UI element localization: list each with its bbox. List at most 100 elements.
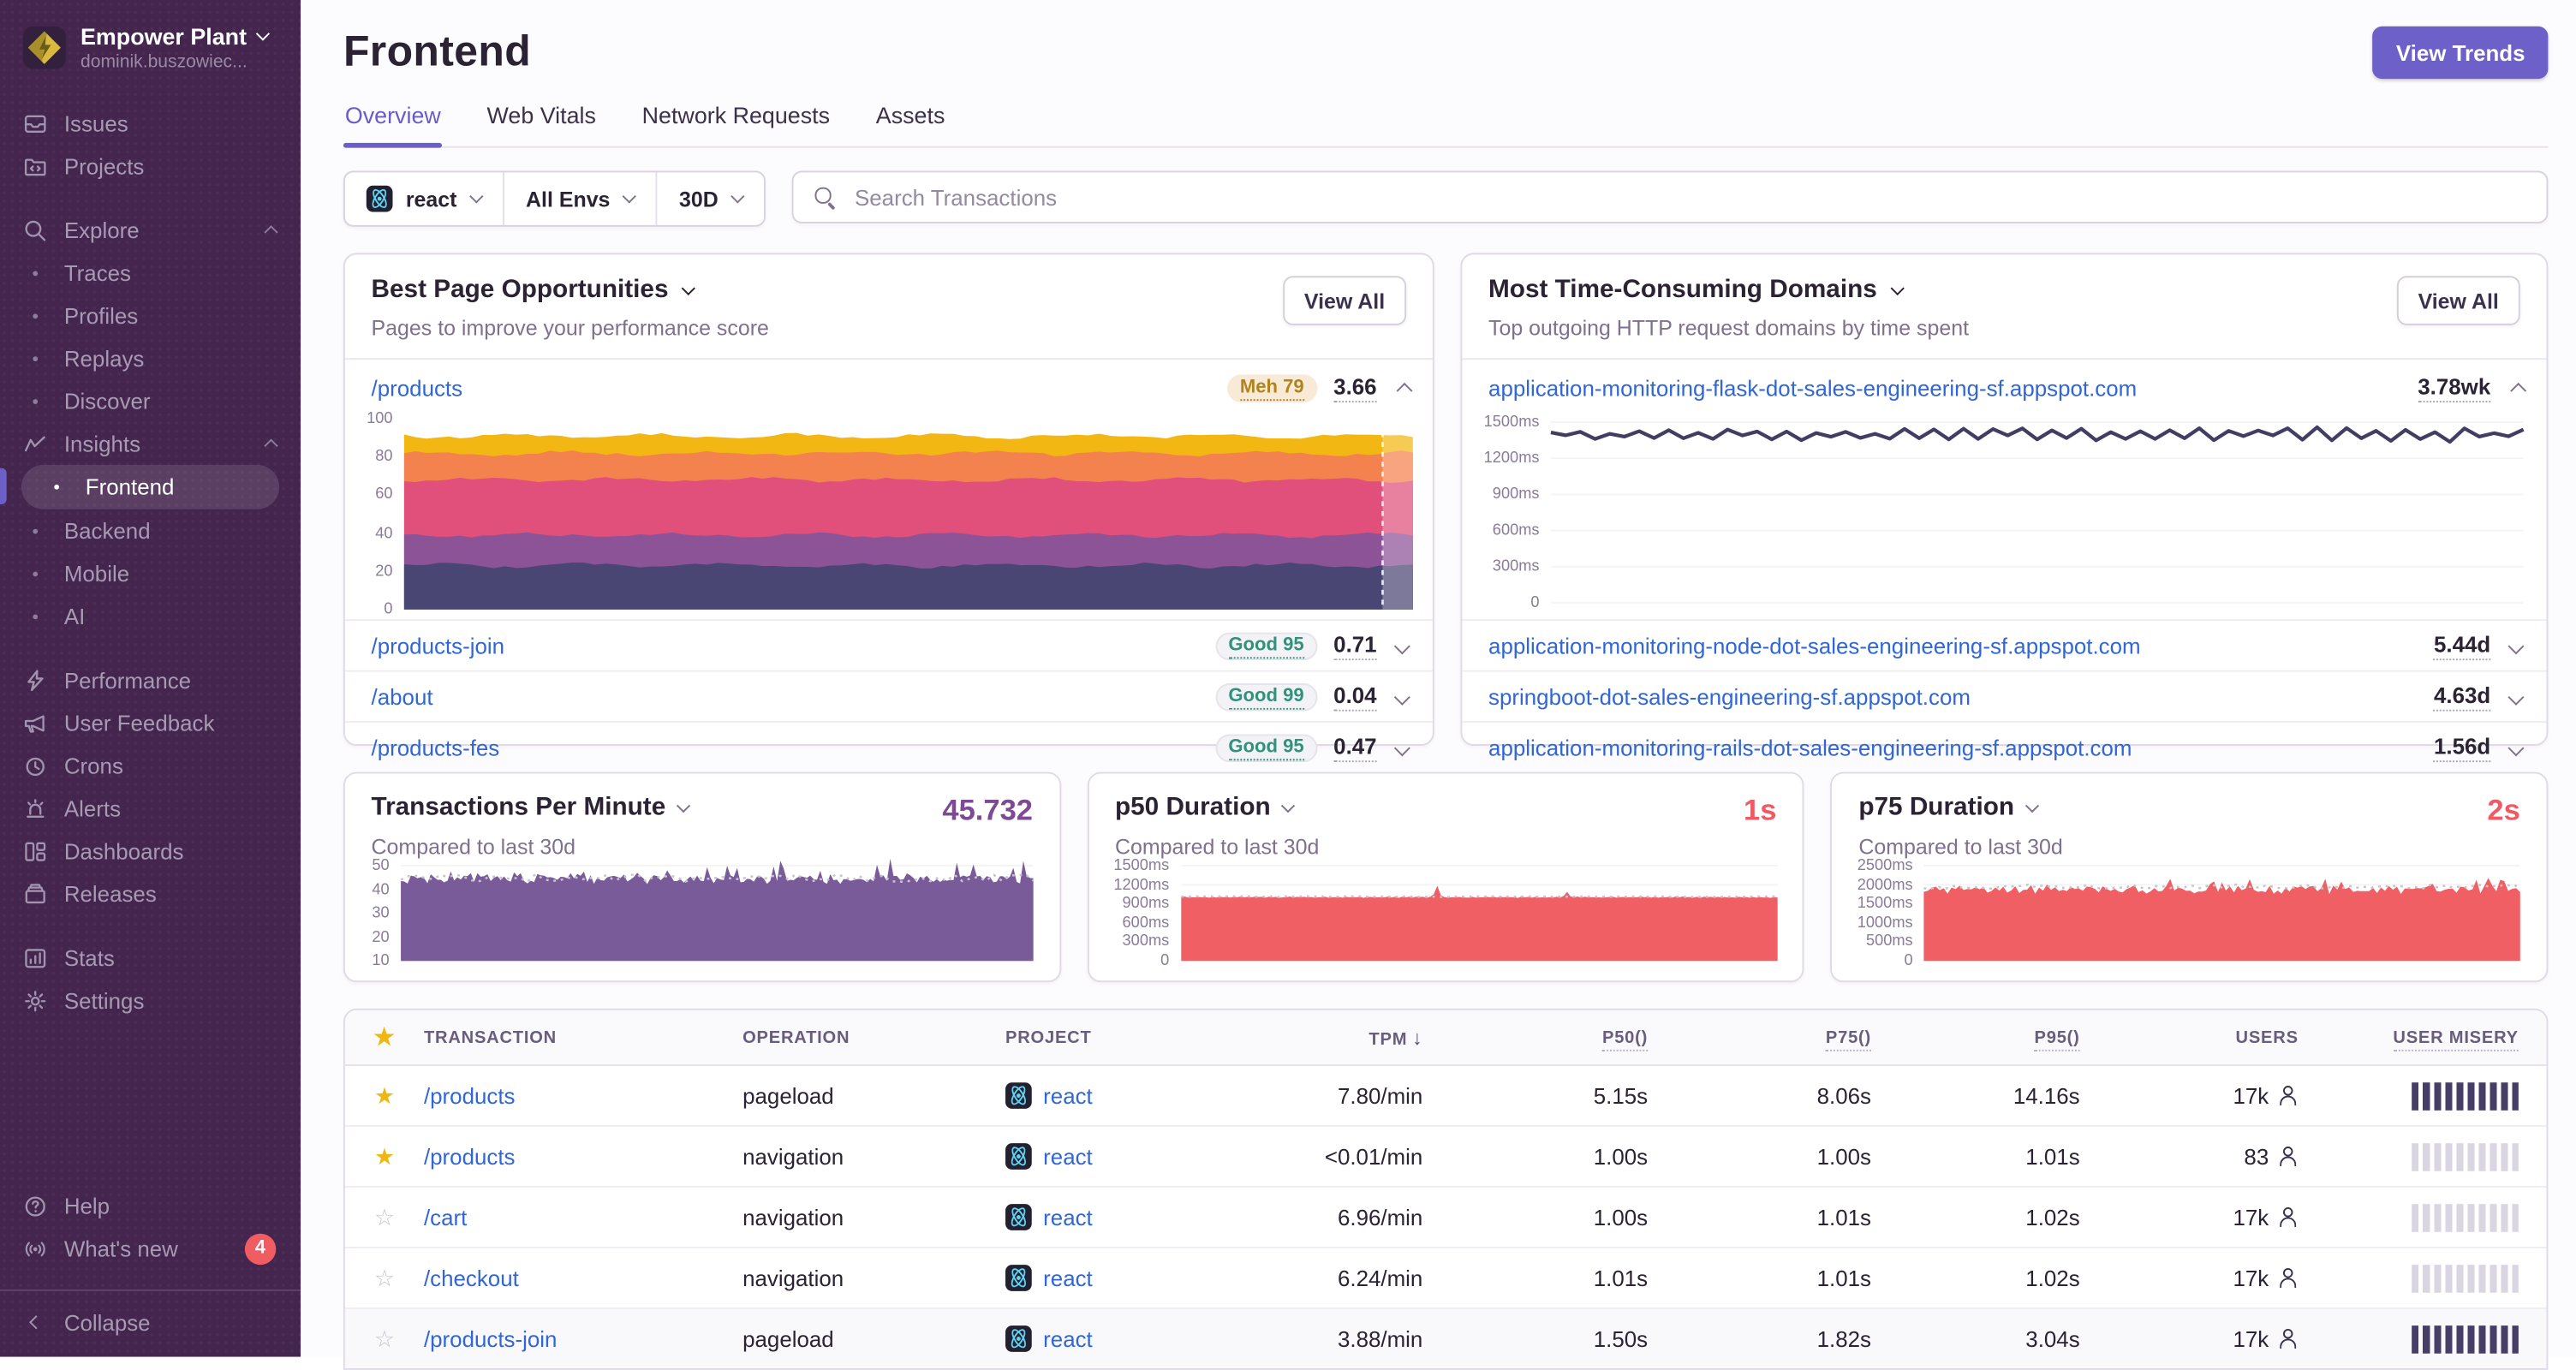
project-link[interactable]: react	[1043, 1205, 1093, 1230]
page-link[interactable]: /products-fes	[372, 735, 500, 759]
table-row[interactable]: ★ /products pageload react 7.80/min 5.15…	[344, 1066, 2547, 1128]
chevron-down-icon	[1281, 798, 1296, 813]
col-operation[interactable]: OPERATION	[742, 1028, 1005, 1047]
sidebar-item-traces[interactable]: Traces	[0, 252, 301, 295]
sidebar-item-frontend[interactable]: Frontend	[21, 464, 280, 509]
opportunity-row[interactable]: /products-fes Good 95 0.47	[344, 721, 1433, 771]
sidebar-item-user-feedback[interactable]: User Feedback	[0, 701, 301, 744]
table-row[interactable]: ★ /products navigation react <0.01/min 1…	[344, 1127, 2547, 1188]
sidebar-item-dashboards[interactable]: Dashboards	[0, 830, 301, 873]
project-link[interactable]: react	[1043, 1083, 1093, 1108]
sidebar-item-backend[interactable]: Backend	[0, 509, 301, 552]
sidebar-item-settings[interactable]: Settings	[0, 979, 301, 1022]
expand-row-button[interactable]	[1392, 739, 1410, 756]
col-users[interactable]: USERS	[2080, 1028, 2299, 1047]
sidebar-item-alerts[interactable]: Alerts	[0, 787, 301, 830]
domain-row[interactable]: application-monitoring-flask-dot-sales-e…	[1462, 360, 2546, 415]
tab-network-requests[interactable]: Network Requests	[641, 102, 832, 146]
page-link[interactable]: /products	[372, 375, 463, 400]
star-toggle[interactable]: ☆	[345, 1264, 424, 1292]
expand-row-button[interactable]	[1392, 688, 1410, 705]
sidebar-item-performance[interactable]: Performance	[0, 658, 301, 701]
project-link[interactable]: react	[1043, 1144, 1093, 1169]
project-filter-label: react	[405, 186, 457, 211]
tab-assets[interactable]: Assets	[874, 102, 946, 146]
col-p50[interactable]: P50()	[1422, 1027, 1649, 1051]
col-p75[interactable]: P75()	[1648, 1027, 1872, 1051]
view-trends-button[interactable]: View Trends	[2372, 26, 2549, 80]
opportunity-row[interactable]: /products-join Good 95 0.71	[344, 619, 1433, 670]
bullet-icon	[21, 528, 50, 533]
transaction-link[interactable]: /checkout	[424, 1266, 519, 1290]
tab-overview[interactable]: Overview	[343, 102, 444, 148]
panel-title[interactable]: p75 Duration	[1858, 794, 2040, 824]
sidebar-item-whats-new[interactable]: What's new 4	[0, 1227, 301, 1270]
sidebar-item-mobile[interactable]: Mobile	[0, 552, 301, 595]
table-row[interactable]: ☆ /checkout navigation react 6.24/min 1.…	[344, 1248, 2547, 1309]
date-range-filter[interactable]: 30D	[656, 172, 764, 225]
search-input[interactable]	[851, 182, 2527, 211]
domain-link[interactable]: application-monitoring-node-dot-sales-en…	[1488, 634, 2141, 658]
tab-web-vitals[interactable]: Web Vitals	[486, 102, 598, 146]
panel-title[interactable]: Best Page Opportunities	[372, 276, 769, 306]
collapse-row-button[interactable]	[1393, 381, 1412, 398]
domain-row[interactable]: application-monitoring-rails-dot-sales-e…	[1462, 721, 2547, 771]
transaction-link[interactable]: /cart	[424, 1205, 467, 1230]
sidebar-item-replays[interactable]: Replays	[0, 337, 301, 379]
sidebar-item-discover[interactable]: Discover	[0, 379, 301, 422]
opportunity-row[interactable]: /about Good 99 0.04	[344, 670, 1433, 721]
sidebar-collapse-button[interactable]: Collapse	[0, 1301, 301, 1343]
sidebar-item-crons[interactable]: Crons	[0, 744, 301, 787]
star-toggle[interactable]: ★	[345, 1081, 424, 1110]
domain-row[interactable]: springboot-dot-sales-engineering-sf.apps…	[1462, 670, 2547, 721]
domain-link[interactable]: springboot-dot-sales-engineering-sf.apps…	[1488, 684, 1971, 709]
col-user-misery[interactable]: USER MISERY	[2299, 1027, 2547, 1051]
help-icon	[21, 1194, 50, 1218]
domain-link[interactable]: application-monitoring-rails-dot-sales-e…	[1488, 735, 2132, 759]
transaction-link[interactable]: /products-join	[424, 1326, 557, 1351]
domain-link[interactable]: application-monitoring-flask-dot-sales-e…	[1488, 375, 2137, 400]
project-filter[interactable]: react	[345, 172, 503, 224]
domain-row[interactable]: application-monitoring-node-dot-sales-en…	[1462, 619, 2547, 670]
sidebar-item-profiles[interactable]: Profiles	[0, 294, 301, 337]
table-row[interactable]: ☆ /cart navigation react 6.96/min 1.00s …	[344, 1188, 2547, 1248]
transaction-link[interactable]: /products	[424, 1083, 516, 1108]
sidebar-item-projects[interactable]: Projects	[0, 145, 301, 188]
sidebar-group-explore[interactable]: Explore	[0, 209, 301, 252]
sidebar-item-help[interactable]: Help	[0, 1184, 301, 1227]
sidebar-item-ai[interactable]: AI	[0, 594, 301, 637]
panel-title[interactable]: p50 Duration	[1115, 794, 1296, 824]
expand-row-button[interactable]	[2507, 739, 2524, 756]
environment-filter[interactable]: All Envs	[503, 172, 656, 225]
star-toggle[interactable]: ★	[345, 1142, 424, 1170]
panel-subtitle: Compared to last 30d	[1858, 834, 2063, 860]
expand-row-button[interactable]	[2507, 688, 2524, 705]
sidebar-item-stats[interactable]: Stats	[0, 936, 301, 979]
view-all-button[interactable]: View All	[1282, 276, 1407, 325]
project-link[interactable]: react	[1043, 1326, 1093, 1351]
page-link[interactable]: /products-join	[372, 634, 504, 658]
collapse-row-button[interactable]	[2507, 381, 2526, 398]
star-toggle[interactable]: ☆	[345, 1203, 424, 1231]
star-header-icon[interactable]: ★	[345, 1023, 424, 1051]
org-switcher[interactable]: Empower Plant dominik.buszowiec...	[0, 0, 301, 92]
sidebar-group-insights[interactable]: Insights	[0, 422, 301, 465]
panel-title[interactable]: Transactions Per Minute	[372, 794, 691, 824]
panel-title[interactable]: Most Time-Consuming Domains	[1488, 276, 1969, 306]
col-transaction[interactable]: TRANSACTION	[424, 1028, 742, 1047]
transaction-link[interactable]: /products	[424, 1144, 516, 1169]
expand-row-button[interactable]	[2507, 637, 2524, 654]
project-link[interactable]: react	[1043, 1266, 1093, 1290]
star-toggle[interactable]: ☆	[345, 1325, 424, 1353]
table-row[interactable]: ☆ /products-join pageload react 3.88/min…	[344, 1308, 2547, 1369]
expand-row-button[interactable]	[1392, 637, 1410, 654]
col-tpm[interactable]: TPM ↓	[1281, 1026, 1422, 1049]
sidebar-item-releases[interactable]: Releases	[0, 873, 301, 915]
page-link[interactable]: /about	[372, 684, 433, 709]
col-project[interactable]: PROJECT	[1005, 1028, 1281, 1047]
opportunity-row[interactable]: /products Meh 79 3.66	[345, 360, 1433, 415]
sidebar-item-issues[interactable]: Issues	[0, 102, 301, 145]
operation-cell: pageload	[742, 1326, 834, 1351]
col-p95[interactable]: P95()	[1871, 1027, 2080, 1051]
view-all-button[interactable]: View All	[2396, 276, 2520, 325]
